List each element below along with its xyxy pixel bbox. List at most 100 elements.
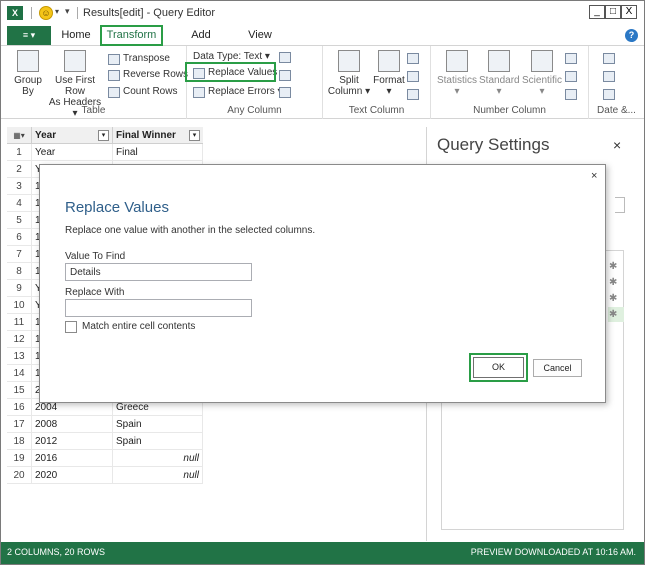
gear-icon[interactable]: ✱ [609, 261, 617, 272]
row-number[interactable]: 18 [7, 433, 31, 450]
minimize-button[interactable]: _ [589, 5, 605, 19]
query-name-field[interactable] [615, 197, 625, 213]
row-number[interactable]: 8 [7, 263, 31, 280]
format-button[interactable]: Format ▾ [371, 50, 407, 97]
parse-icon[interactable] [407, 86, 422, 102]
reverse-rows-button[interactable]: Reverse Rows [108, 67, 188, 83]
time-icon[interactable] [603, 68, 618, 84]
help-icon[interactable]: ? [625, 29, 638, 42]
filter-dropdown-icon[interactable]: ▾ [189, 130, 200, 141]
statistics-button[interactable]: Statistics ▾ [435, 50, 479, 97]
row-number[interactable]: 19 [7, 450, 31, 467]
row-number[interactable]: 15 [7, 382, 31, 399]
row-number[interactable]: 9 [7, 280, 31, 297]
group-by-button[interactable]: Group By [11, 50, 45, 97]
excel-icon[interactable]: X [7, 6, 23, 20]
text-column-group-label: Text Column [348, 105, 405, 116]
cell-final-winner[interactable]: Spain [112, 416, 203, 433]
row-number[interactable]: 6 [7, 229, 31, 246]
transpose-button[interactable]: Transpose [108, 51, 170, 67]
number-column-group-label: Number Column [473, 105, 546, 116]
column-header-year[interactable]: Year ▾ [31, 127, 112, 144]
fill-down-icon[interactable] [279, 49, 294, 65]
replace-errors-label: Replace Errors ▾ [208, 86, 283, 97]
rounding-icon[interactable] [565, 68, 580, 84]
row-number[interactable]: 10 [7, 297, 31, 314]
cell-final-winner[interactable]: null [112, 467, 203, 484]
row-number[interactable]: 5 [7, 212, 31, 229]
maximize-button[interactable]: □ [605, 5, 621, 19]
trigonometry-icon[interactable] [565, 50, 580, 66]
date-icon[interactable] [603, 50, 618, 66]
table-group-label: Table [81, 105, 106, 116]
replace-errors-button[interactable]: Replace Errors ▾ [193, 84, 283, 100]
cell-year[interactable]: 2016 [31, 450, 112, 467]
extract-icon[interactable] [407, 68, 422, 84]
row-number[interactable]: 4 [7, 195, 31, 212]
duration-icon[interactable] [603, 86, 618, 102]
ok-button[interactable]: OK [473, 357, 524, 378]
row-number[interactable]: 13 [7, 348, 31, 365]
row-number[interactable]: 1 [7, 144, 31, 161]
standard-button[interactable]: Standard ▾ [479, 50, 520, 97]
table-row: 17 2008 Spain [7, 416, 203, 433]
tab-view[interactable]: View [245, 26, 275, 46]
row-number[interactable]: 2 [7, 161, 31, 178]
close-pane-icon[interactable]: × [613, 137, 621, 153]
column-header-label: Year [35, 130, 57, 141]
row-number[interactable]: 14 [7, 365, 31, 382]
row-number[interactable]: 12 [7, 331, 31, 348]
file-menu-button[interactable]: ≡ ▾ [7, 26, 51, 45]
chevron-down-icon[interactable]: ▾ [55, 7, 59, 16]
table-row: 18 2012 Spain [7, 433, 203, 450]
row-number[interactable]: 17 [7, 416, 31, 433]
pivot-icon[interactable] [279, 67, 294, 83]
cell-final-winner[interactable]: Spain [112, 433, 203, 450]
cell-year[interactable]: Year [31, 144, 112, 161]
fill-icon [279, 51, 291, 63]
tab-add-column[interactable]: Add Column [171, 26, 231, 60]
column-header-final-winner[interactable]: Final Winner ▾ [112, 127, 203, 144]
value-to-find-input[interactable] [65, 263, 252, 281]
gear-icon[interactable]: ✱ [609, 277, 617, 288]
row-number[interactable]: 3 [7, 178, 31, 195]
format-label: Format ▾ [373, 75, 405, 97]
merge-columns-icon[interactable] [407, 50, 422, 66]
cell-year[interactable]: 2012 [31, 433, 112, 450]
window-title: Results[edit] - Query Editor [83, 7, 216, 19]
query-settings-title: Query Settings [437, 135, 550, 154]
close-window-button[interactable]: X [621, 5, 637, 19]
gear-icon[interactable]: ✱ [609, 309, 617, 320]
tab-transform[interactable]: Transform [100, 25, 163, 46]
gear-icon[interactable]: ✱ [609, 293, 617, 304]
cell-final-winner[interactable]: Final [112, 144, 203, 161]
move-icon[interactable] [279, 84, 294, 100]
count-rows-button[interactable]: Count Rows [108, 84, 177, 100]
cancel-button[interactable]: Cancel [533, 359, 582, 377]
value-to-find-label: Value To Find [65, 251, 126, 262]
cell-year[interactable]: 2008 [31, 416, 112, 433]
replace-values-highlight [185, 62, 276, 82]
smiley-feedback-icon[interactable]: ☺ [39, 6, 53, 20]
tab-home[interactable]: Home [61, 26, 91, 46]
cell-year[interactable]: 2020 [31, 467, 112, 484]
query-editor-window: X ☺ ▾ ▾ Results[edit] - Query Editor _ □… [0, 0, 645, 565]
filter-dropdown-icon[interactable]: ▾ [98, 130, 109, 141]
table-menu-icon[interactable]: ▦▾ [7, 127, 31, 144]
row-number[interactable]: 7 [7, 246, 31, 263]
dialog-close-icon[interactable]: × [591, 170, 597, 182]
row-count-status: 2 COLUMNS, 20 ROWS [7, 547, 106, 557]
ribbon-tabs: ≡ ▾ Home Transform Add Column View ? [1, 25, 644, 60]
row-number[interactable]: 20 [7, 467, 31, 484]
match-entire-cell-checkbox[interactable] [65, 321, 77, 333]
row-number[interactable]: 11 [7, 314, 31, 331]
split-column-button[interactable]: Split Column ▾ [327, 50, 371, 97]
row-number[interactable]: 16 [7, 399, 31, 416]
cell-final-winner[interactable]: null [112, 450, 203, 467]
scientific-button[interactable]: Scientific ▾ [521, 50, 563, 97]
grid-header: ▦▾ Year ▾ Final Winner ▾ [7, 127, 203, 144]
customize-quick-access-icon[interactable]: ▾ [65, 6, 70, 17]
replace-with-input[interactable] [65, 299, 252, 317]
information-icon[interactable] [565, 86, 580, 102]
text-column-group: Split Column ▾ Format ▾ Text Column [323, 46, 431, 119]
